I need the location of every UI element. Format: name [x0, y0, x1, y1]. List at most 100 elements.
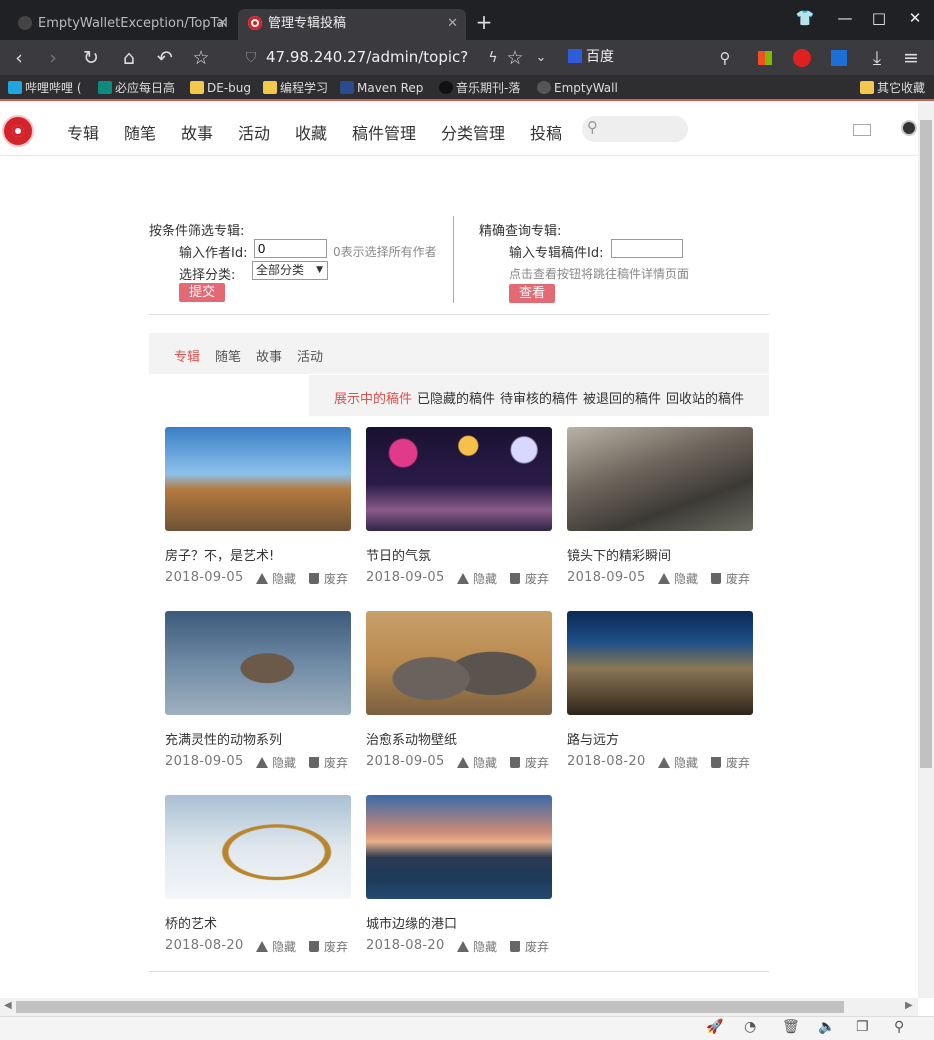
search-icon[interactable]: ⚲ [712, 45, 738, 71]
chevron-down-icon[interactable]: ⌄ [528, 45, 554, 71]
album-title[interactable]: 路与远方 [567, 729, 619, 748]
forward-button[interactable]: › [40, 45, 66, 71]
tab-pending[interactable]: 待审核的稿件 [500, 388, 578, 407]
album-title[interactable]: 镜头下的精彩瞬间 [567, 545, 671, 564]
discard-button[interactable]: 废弃 [711, 754, 750, 771]
discard-button[interactable]: 废弃 [510, 754, 549, 771]
discard-button[interactable]: 废弃 [510, 938, 549, 955]
hide-button[interactable]: 隐藏 [457, 754, 497, 771]
album-card[interactable]: 房子？不，是艺术! 2018-09-05 隐藏 废弃 [165, 427, 351, 597]
browser-tab-toptal[interactable]: EmptyWalletException/TopTal ✕ [8, 9, 236, 40]
zoom-icon[interactable]: ⚲ [894, 1019, 904, 1035]
vertical-scroll-thumb[interactable] [920, 120, 932, 768]
album-thumbnail[interactable] [165, 427, 351, 531]
album-card[interactable]: 充满灵性的动物系列 2018-09-05 隐藏 废弃 [165, 611, 351, 781]
new-tab-button[interactable]: + [472, 9, 496, 35]
tab-showing[interactable]: 展示中的稿件 [334, 388, 412, 407]
nav-activity[interactable]: 活动 [238, 120, 270, 144]
submit-button[interactable]: 提交 [179, 283, 225, 302]
bookmark-bilibili[interactable]: 哔哩哔哩 ( [8, 78, 82, 98]
tab-hidden[interactable]: 已隐藏的稿件 [417, 388, 495, 407]
album-thumbnail[interactable] [567, 427, 753, 531]
album-thumbnail[interactable] [366, 795, 552, 899]
scroll-right-arrow-icon[interactable]: ▶ [905, 1000, 913, 1011]
view-button[interactable]: 查看 [509, 284, 555, 303]
album-card[interactable]: 节日的气氛 2018-09-05 隐藏 废弃 [366, 427, 552, 597]
hide-button[interactable]: 隐藏 [457, 570, 497, 587]
bookmark-star-button[interactable]: ☆ [188, 45, 214, 71]
horizontal-scroll-thumb[interactable] [16, 1001, 844, 1013]
bookmark-maven[interactable]: Maven Rep [340, 78, 423, 98]
author-id-input[interactable] [254, 239, 327, 258]
album-title[interactable]: 城市边缘的港口 [366, 913, 457, 932]
menu-icon[interactable]: ≡ [898, 45, 924, 71]
discard-button[interactable]: 废弃 [510, 570, 549, 587]
album-title[interactable]: 节日的气氛 [366, 545, 431, 564]
tab-activity[interactable]: 活动 [297, 346, 323, 365]
window-icon[interactable]: ❐ [856, 1019, 869, 1035]
close-window-button[interactable]: ✕ [900, 6, 930, 30]
hide-button[interactable]: 隐藏 [256, 938, 296, 955]
speed-icon[interactable]: ◔ [744, 1019, 756, 1035]
download-icon[interactable]: ⤓ [864, 45, 890, 71]
nav-category-manage[interactable]: 分类管理 [441, 120, 505, 144]
hide-button[interactable]: 隐藏 [457, 938, 497, 955]
browser-tab-admin[interactable]: 管理专辑投稿 ✕ [238, 9, 466, 40]
favorite-star-icon[interactable]: ☆ [502, 45, 528, 71]
discard-button[interactable]: 废弃 [711, 570, 750, 587]
adblock-icon[interactable] [789, 45, 815, 71]
tab-recycle[interactable]: 回收站的稿件 [666, 388, 744, 407]
avatar[interactable] [901, 120, 917, 136]
address-bar[interactable]: 47.98.240.27/admin/topic?us [266, 43, 476, 94]
home-button[interactable]: ⌂ [116, 45, 142, 71]
nav-essay[interactable]: 随笔 [124, 120, 156, 144]
hide-button[interactable]: 隐藏 [658, 754, 698, 771]
site-logo[interactable] [2, 115, 34, 147]
album-card[interactable]: 治愈系动物壁纸 2018-09-05 隐藏 废弃 [366, 611, 552, 781]
album-thumbnail[interactable] [165, 611, 351, 715]
album-card[interactable]: 城市边缘的港口 2018-08-20 隐藏 废弃 [366, 795, 552, 965]
nav-story[interactable]: 故事 [181, 120, 213, 144]
scroll-left-arrow-icon[interactable]: ◀ [4, 1000, 12, 1011]
album-title[interactable]: 房子？不，是艺术! [165, 545, 274, 564]
mail-icon[interactable] [853, 124, 871, 136]
bookmark-music[interactable]: 音乐期刊-落 [439, 78, 520, 98]
album-thumbnail[interactable] [567, 611, 753, 715]
nav-album[interactable]: 专辑 [67, 120, 99, 144]
album-card[interactable]: 镜头下的精彩瞬间 2018-09-05 隐藏 废弃 [567, 427, 753, 597]
album-thumbnail[interactable] [366, 611, 552, 715]
trash-icon[interactable]: 🗑 [782, 1019, 800, 1035]
bookmark-programming[interactable]: 编程学习 [263, 78, 328, 98]
minimize-button[interactable]: — [830, 6, 860, 30]
album-thumbnail[interactable] [366, 427, 552, 531]
search-input[interactable]: ⚲ [582, 116, 688, 142]
album-thumbnail[interactable] [165, 795, 351, 899]
hide-button[interactable]: 隐藏 [256, 754, 296, 771]
category-select[interactable]: 全部分类 ▼ [252, 261, 328, 280]
bookmark-other[interactable]: 其它收藏 [860, 78, 925, 98]
album-title[interactable]: 治愈系动物壁纸 [366, 729, 457, 748]
tab-album[interactable]: 专辑 [174, 346, 200, 365]
volume-icon[interactable]: 🔈 [818, 1019, 835, 1035]
bookmark-bing[interactable]: 必应每日高 [98, 78, 175, 98]
skin-icon[interactable]: 👕 [790, 6, 820, 30]
tab-essay[interactable]: 随笔 [215, 346, 241, 365]
back-button[interactable]: ‹ [6, 45, 32, 71]
nav-submit[interactable]: 投稿 [530, 120, 562, 144]
discard-button[interactable]: 废弃 [309, 938, 348, 955]
apps-icon[interactable] [752, 45, 778, 71]
hide-button[interactable]: 隐藏 [256, 570, 296, 587]
rocket-icon[interactable]: 🚀 [706, 1019, 723, 1035]
discard-button[interactable]: 废弃 [309, 754, 348, 771]
hide-button[interactable]: 隐藏 [658, 570, 698, 587]
nav-manuscript-manage[interactable]: 稿件管理 [352, 120, 416, 144]
tab-returned[interactable]: 被退回的稿件 [583, 388, 661, 407]
nav-favorites[interactable]: 收藏 [295, 120, 327, 144]
close-tab-icon[interactable]: ✕ [447, 9, 458, 38]
tab-story[interactable]: 故事 [256, 346, 282, 365]
close-tab-icon[interactable]: ✕ [217, 9, 228, 38]
manuscript-id-input[interactable] [611, 239, 683, 258]
album-title[interactable]: 桥的艺术 [165, 913, 217, 932]
maximize-button[interactable]: □ [864, 6, 894, 30]
album-card[interactable]: 桥的艺术 2018-08-20 隐藏 废弃 [165, 795, 351, 965]
